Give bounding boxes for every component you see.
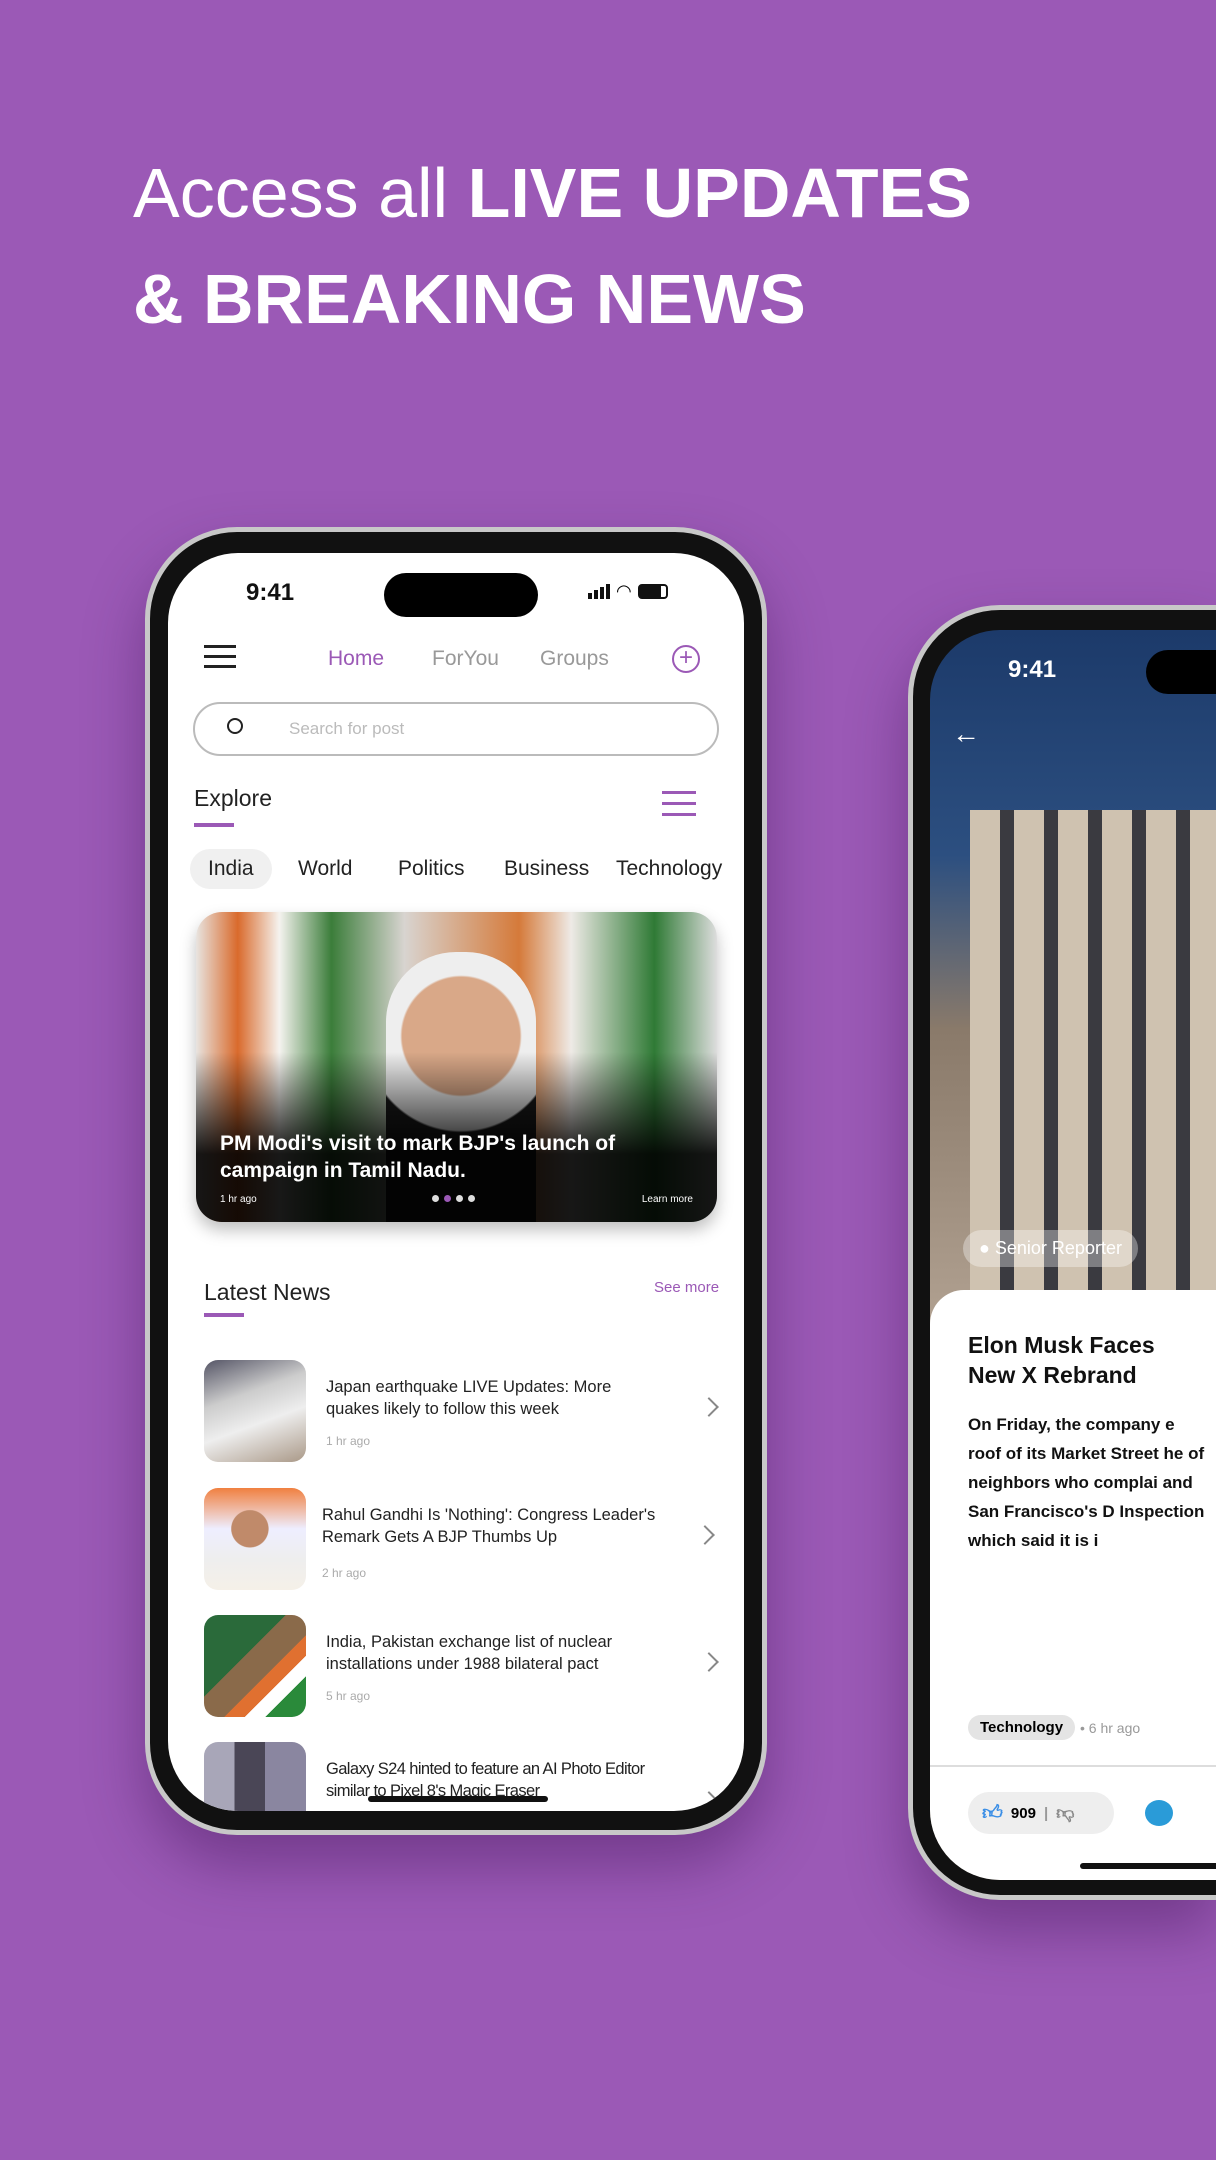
news-thumbnail — [204, 1488, 306, 1590]
tab-groups[interactable]: Groups — [540, 647, 609, 671]
home-indicator — [368, 1796, 548, 1802]
article-time-label: 6 hr ago — [1088, 1720, 1141, 1736]
article-screen: 9:41 ← ● Senior Reporter Elon Musk Faces… — [930, 630, 1216, 1880]
article-time: • 6 hr ago — [1080, 1720, 1141, 1736]
latest-underline — [204, 1313, 244, 1317]
news-time: 2 hr ago — [322, 1566, 367, 1580]
headline: Access all LIVE UPDATES & BREAKING NEWS — [133, 140, 972, 352]
category-india[interactable]: India — [190, 849, 272, 889]
headline-line2: & BREAKING NEWS — [133, 260, 806, 338]
menu-icon[interactable] — [204, 645, 236, 668]
signal-icon — [588, 584, 610, 599]
search-placeholder: Search for post — [289, 719, 405, 738]
headline-light: Access all — [133, 154, 468, 232]
news-title: Japan earthquake LIVE Updates: More quak… — [326, 1378, 612, 1418]
user-icon: ● — [979, 1238, 990, 1258]
news-title: India, Pakistan exchange list of nuclear… — [326, 1633, 613, 1673]
news-item[interactable]: Rahul Gandhi Is 'Nothing': Congress Lead… — [204, 1488, 724, 1590]
headline-bold: LIVE UPDATES — [467, 154, 972, 232]
like-count: 909 — [1010, 1804, 1036, 1822]
article-card: Elon Musk Faces New X Rebrand On Friday,… — [930, 1290, 1216, 1880]
thumbs-up-icon[interactable]: 👍︎ — [982, 1801, 1003, 1825]
news-time: 1 hr ago — [326, 1434, 371, 1448]
article-title: Elon Musk Faces New X Rebrand — [968, 1332, 1155, 1388]
comment-icon[interactable] — [1145, 1800, 1173, 1826]
chevron-right-icon — [699, 1652, 719, 1672]
see-more-link[interactable]: See more — [654, 1279, 719, 1296]
category-world[interactable]: World — [280, 849, 370, 889]
status-icons: ◠ — [588, 581, 668, 601]
author-badge-label: Senior Reporter — [994, 1238, 1122, 1258]
back-arrow-icon[interactable]: ← — [952, 718, 980, 750]
home-indicator — [1080, 1863, 1216, 1869]
news-thumbnail — [204, 1615, 306, 1717]
news-item[interactable]: Japan earthquake LIVE Updates: More quak… — [204, 1360, 724, 1462]
filter-icon[interactable] — [662, 789, 696, 816]
category-business[interactable]: Business — [486, 849, 607, 889]
chevron-right-icon — [695, 1525, 715, 1545]
thumbs-down-icon[interactable]: 👎︎ — [1056, 1802, 1074, 1824]
learn-more-link[interactable]: Learn more — [642, 1194, 693, 1205]
search-icon — [227, 718, 243, 734]
category-politics[interactable]: Politics — [380, 849, 483, 889]
latest-news-title: Latest News — [204, 1279, 331, 1305]
news-thumbnail — [204, 1742, 306, 1811]
category-technology[interactable]: Technology — [598, 849, 726, 889]
explore-title: Explore — [194, 785, 272, 811]
divider — [930, 1765, 1216, 1767]
featured-time: 1 hr ago — [220, 1194, 257, 1205]
search-input[interactable]: Search for post — [193, 702, 719, 756]
explore-underline — [194, 823, 234, 827]
author-badge: ● Senior Reporter — [963, 1230, 1138, 1267]
dynamic-island — [384, 573, 538, 617]
featured-card[interactable]: PM Modi's visit to mark BJP's launch of … — [196, 912, 717, 1222]
phone-home: 9:41 ◠ Home ForYou Groups + Search for p… — [145, 527, 767, 1835]
article-body: On Friday, the company e roof of its Mar… — [968, 1415, 1205, 1550]
dynamic-island — [1146, 650, 1216, 694]
status-time: 9:41 — [1008, 656, 1057, 683]
chevron-right-icon — [699, 1397, 719, 1417]
phone-article: 9:41 ← ● Senior Reporter Elon Musk Faces… — [908, 605, 1216, 1900]
news-item[interactable]: India, Pakistan exchange list of nuclear… — [204, 1615, 724, 1717]
news-thumbnail — [204, 1360, 306, 1462]
news-title: Rahul Gandhi Is 'Nothing': Congress Lead… — [322, 1506, 656, 1546]
wifi-icon: ◠ — [616, 581, 632, 601]
add-post-icon[interactable]: + — [672, 645, 700, 673]
featured-title: PM Modi's visit to mark BJP's launch of … — [220, 1132, 616, 1182]
tab-home[interactable]: Home — [328, 647, 384, 671]
chevron-right-icon — [699, 1791, 719, 1811]
like-dislike-bar: 👍︎ 909 | 👎︎ — [968, 1792, 1114, 1834]
article-tag[interactable]: Technology — [968, 1715, 1076, 1740]
news-time: 5 hr ago — [326, 1689, 371, 1703]
tab-foryou[interactable]: ForYou — [432, 647, 499, 671]
battery-icon — [637, 584, 668, 599]
home-screen: 9:41 ◠ Home ForYou Groups + Search for p… — [168, 553, 744, 1811]
carousel-dots[interactable] — [432, 1195, 475, 1202]
status-time: 9:41 — [246, 579, 295, 606]
